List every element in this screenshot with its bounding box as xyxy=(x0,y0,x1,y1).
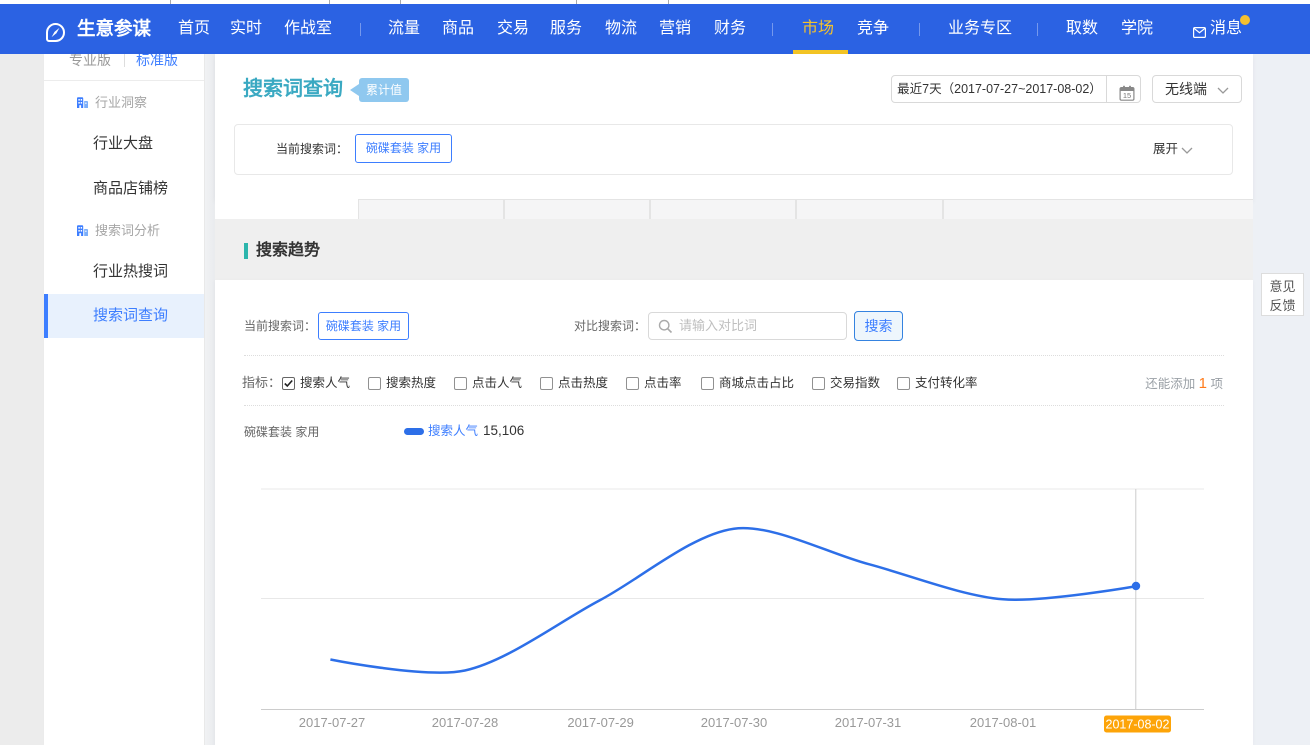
svg-text:2017-07-30: 2017-07-30 xyxy=(701,715,768,730)
svg-text:2017-07-28: 2017-07-28 xyxy=(432,715,499,730)
svg-text:2017-08-01: 2017-08-01 xyxy=(970,715,1037,730)
svg-text:2017-07-29: 2017-07-29 xyxy=(567,715,634,730)
svg-text:15: 15 xyxy=(1123,91,1131,100)
svg-text:2017-07-27: 2017-07-27 xyxy=(299,715,366,730)
svg-text:2017-07-31: 2017-07-31 xyxy=(835,715,902,730)
svg-text:2017-08-02: 2017-08-02 xyxy=(1106,718,1170,732)
